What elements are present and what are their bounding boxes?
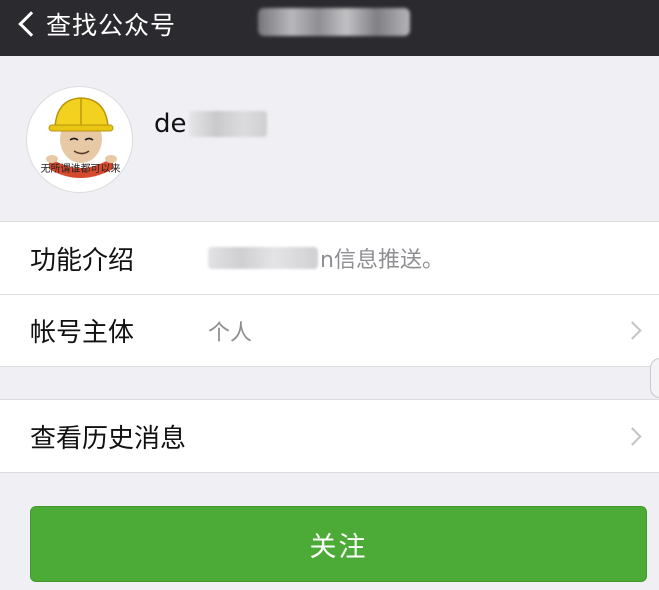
back-button-label: 查找公众号 [46,11,177,40]
avatar[interactable]: 无所谓谁都可以来 [26,86,133,193]
navigation-bar: 查找公众号 [0,0,659,56]
account-name-prefix: de [154,109,187,139]
intro-value-redacted [208,247,318,269]
history-row[interactable]: 查看历史消息 [0,400,659,472]
assistive-touch-handle[interactable] [650,358,659,398]
intro-value-text: n信息推送。 [320,248,444,273]
account-name: de [154,106,267,142]
profile-header: 无所谓谁都可以来 de [0,56,659,221]
nav-title-redacted [258,8,410,36]
intro-value: n信息推送。 [208,242,444,274]
history-label: 查看历史消息 [30,423,187,454]
chevron-right-icon [623,321,642,340]
subject-label: 帐号主体 [30,318,135,348]
follow-button[interactable]: 关注 [30,506,647,582]
subject-row[interactable]: 帐号主体 个人 [0,294,659,366]
account-name-redacted [188,111,267,137]
subject-value: 个人 [208,320,253,346]
avatar-meme-image [46,97,117,178]
details-group: 功能介绍 n信息推送。 帐号主体 个人 [0,221,659,367]
history-group: 查看历史消息 [0,399,659,473]
chevron-right-icon [623,426,642,446]
back-button[interactable]: 查找公众号 [14,0,176,48]
chevron-left-icon [18,11,44,37]
avatar-caption: 无所谓谁都可以来 [40,164,121,175]
intro-label: 功能介绍 [30,245,135,276]
intro-row: 功能介绍 n信息推送。 [0,222,659,294]
